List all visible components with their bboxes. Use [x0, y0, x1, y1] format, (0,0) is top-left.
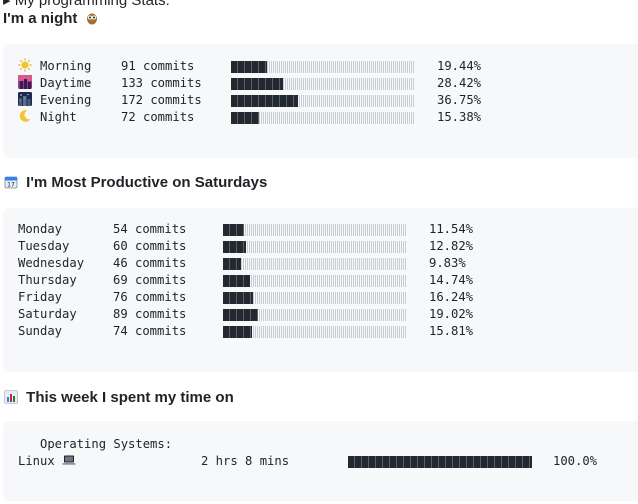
- progress-bar: [231, 78, 414, 90]
- progress-bar-fill: [223, 292, 253, 304]
- percent-value: 19.44%: [437, 59, 482, 73]
- progress-bar: [223, 241, 406, 253]
- progress-bar: [223, 275, 406, 287]
- commit-count: 91 commits: [121, 59, 195, 73]
- time-spent: 2 hrs 8 mins: [201, 454, 290, 468]
- percent-value: 12.82%: [429, 239, 474, 253]
- percent-value: 14.74%: [429, 273, 474, 287]
- percent-value: 15.38%: [437, 110, 482, 124]
- city-dusk-icon: [18, 75, 32, 92]
- progress-bar-fill: [231, 112, 259, 124]
- commit-count: 133 commits: [121, 76, 202, 90]
- progress-bar-fill: [223, 275, 250, 287]
- progress-bar-fill: [223, 224, 244, 236]
- progress-bar-fill: [231, 61, 267, 73]
- progress-bar-fill: [223, 258, 241, 270]
- weekday-label: Saturday: [18, 307, 77, 321]
- night-stats-block: Morning 91 commits 19.44% Daytime 133 commit…: [3, 44, 638, 158]
- bar-chart-icon: [3, 389, 18, 406]
- progress-bar: [223, 258, 406, 270]
- progress-bar-fill: [231, 78, 283, 90]
- week-heading-text: This week I spent my time on: [26, 389, 234, 406]
- commit-count: 72 commits: [121, 110, 195, 124]
- progress-bar: [223, 309, 406, 321]
- os-section-label: Operating Systems:: [18, 436, 172, 465]
- percent-value: 11.54%: [429, 222, 474, 236]
- progress-bar: [223, 292, 406, 304]
- progress-bar: [223, 224, 406, 236]
- percent-value: 16.24%: [429, 290, 474, 304]
- time-of-day-label: Night: [40, 110, 77, 124]
- commit-count: 89 commits: [113, 307, 187, 321]
- progress-bar: [231, 61, 414, 73]
- percent-value: 36.75%: [437, 93, 482, 107]
- night-heading: I'm a night: [3, 10, 104, 27]
- progress-bar: [223, 326, 406, 338]
- time-of-day-label: Daytime: [40, 76, 92, 90]
- progress-bar-fill: [223, 309, 258, 321]
- commit-count: 74 commits: [113, 324, 187, 338]
- commit-count: 54 commits: [113, 222, 187, 236]
- commit-count: 69 commits: [113, 273, 187, 287]
- city-night-icon: [18, 92, 32, 109]
- owl-icon: [85, 10, 100, 27]
- os-section-text: Operating Systems:: [40, 437, 173, 451]
- progress-bar-fill: [223, 241, 246, 253]
- week-heading: This week I spent my time on: [3, 389, 234, 406]
- calendar-icon: 17: [3, 174, 18, 191]
- progress-bar: [231, 112, 414, 124]
- weekday-label: Wednesday: [18, 256, 85, 270]
- commit-count: 46 commits: [113, 256, 187, 270]
- percent-value: 15.81%: [429, 324, 474, 338]
- progress-bar: [348, 456, 532, 468]
- percent-value: 100.0%: [553, 454, 598, 468]
- commit-count: 60 commits: [113, 239, 187, 253]
- percent-value: 9.83%: [429, 256, 466, 270]
- weekday-stats-block: Monday 54 commits 11.54% Tuesday 60 commits 1…: [3, 208, 638, 372]
- svg-text:17: 17: [7, 182, 15, 189]
- progress-bar-fill: [348, 456, 532, 468]
- progress-bar-fill: [223, 326, 252, 338]
- percent-value: 19.02%: [429, 307, 474, 321]
- productive-heading-text: I'm Most Productive on Saturdays: [26, 174, 268, 191]
- weekday-label: Monday: [18, 222, 63, 236]
- productive-heading: 17 I'm Most Productive on Saturdays: [3, 174, 267, 191]
- moon-icon: [18, 109, 32, 126]
- weekday-label: Friday: [18, 290, 63, 304]
- collapsed-summary-line[interactable]: ▸ My programming Stats:: [3, 0, 170, 9]
- os-name: Linux: [18, 454, 55, 468]
- commit-count: 172 commits: [121, 93, 202, 107]
- weekday-label: Thursday: [18, 273, 77, 287]
- progress-bar: [231, 95, 414, 107]
- weekday-label: Tuesday: [18, 239, 70, 253]
- commit-count: 76 commits: [113, 290, 187, 304]
- time-of-day-label: Evening: [40, 93, 92, 107]
- sun-icon: [18, 58, 32, 75]
- weekday-label: Sunday: [18, 324, 63, 338]
- weekly-time-block: Operating Systems: Linux 2 hrs 8 mins 100.…: [3, 421, 638, 501]
- percent-value: 28.42%: [437, 76, 482, 90]
- progress-bar-fill: [231, 95, 298, 107]
- time-of-day-label: Morning: [40, 59, 92, 73]
- night-heading-text: I'm a night: [3, 10, 78, 27]
